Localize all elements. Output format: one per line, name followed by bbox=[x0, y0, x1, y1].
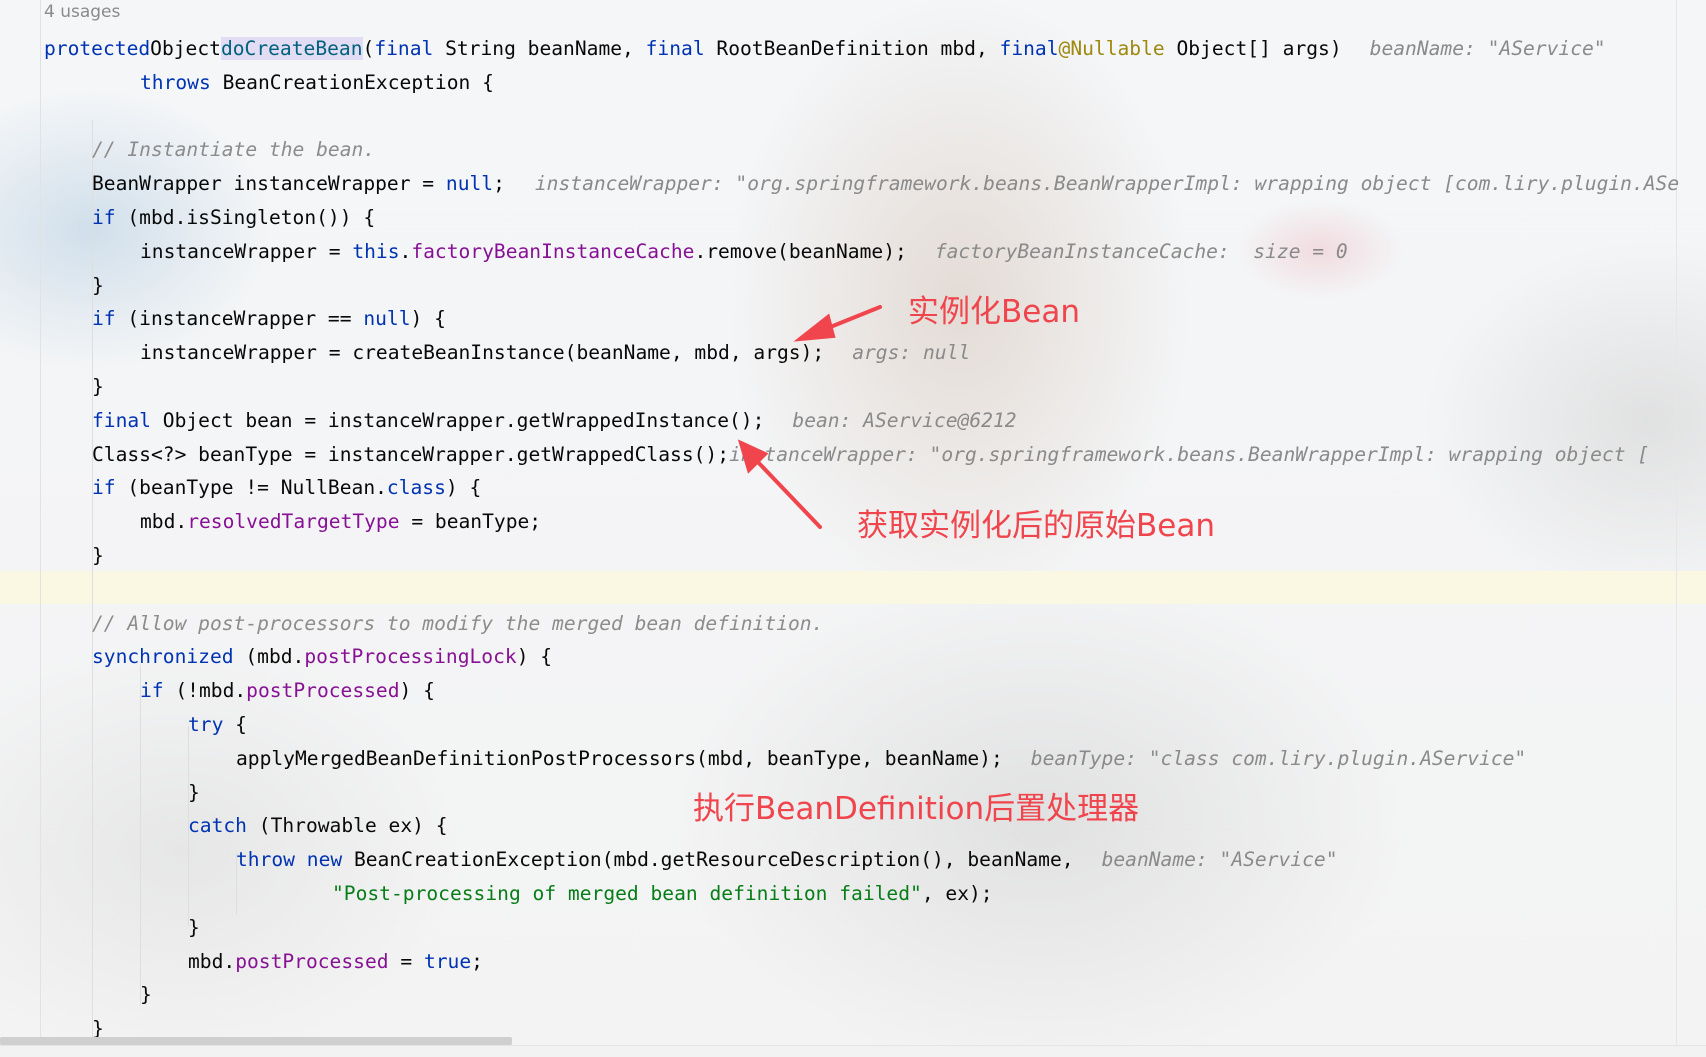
arrow-get-raw-bean bbox=[753, 457, 822, 529]
annotation-arrows bbox=[737, 305, 882, 529]
arrowhead-instantiate bbox=[793, 313, 836, 342]
horizontal-scrollbar-thumb[interactable] bbox=[0, 1037, 512, 1045]
